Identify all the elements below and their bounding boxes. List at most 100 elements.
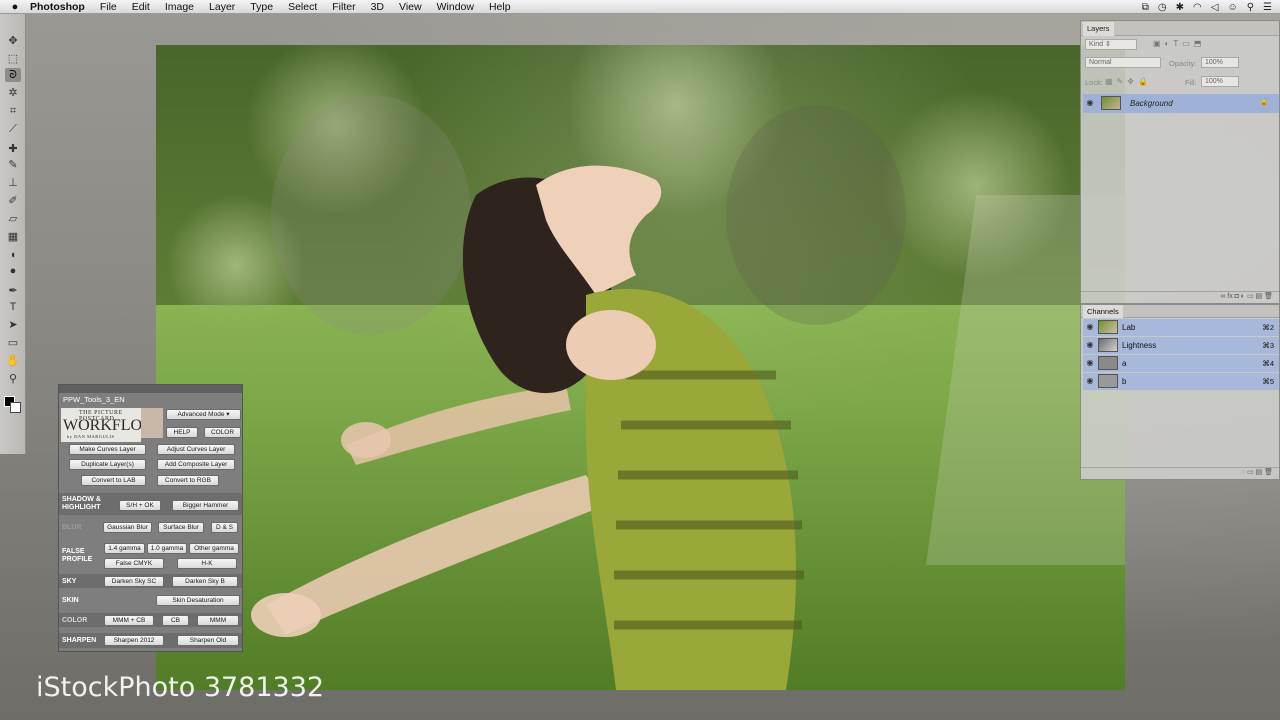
adjust-curves-layer-button[interactable]: Adjust Curves Layer	[157, 444, 235, 455]
author-portrait	[141, 408, 163, 438]
opacity-input[interactable]: 100%	[1201, 57, 1239, 68]
marquee-icon[interactable]: ⬚	[5, 52, 21, 66]
sharpen-2012-button[interactable]: Sharpen 2012	[104, 635, 164, 646]
dodge-icon[interactable]: ●	[5, 264, 21, 278]
zoom-icon[interactable]: ⚲	[5, 372, 21, 386]
menu-file[interactable]: File	[100, 1, 117, 13]
channels-footer-icons[interactable]: ◌ ▭ ▤ 🗑	[1081, 467, 1279, 479]
advanced-mode-select[interactable]: Advanced Mode ▾	[166, 409, 241, 420]
blur-icon[interactable]: ◖	[5, 248, 21, 262]
blend-mode-select[interactable]: Normal	[1085, 57, 1161, 68]
lock-icons[interactable]: ▦✎✥🔒	[1105, 77, 1152, 86]
history-brush-icon[interactable]: ✐	[5, 194, 21, 208]
menu-view[interactable]: View	[399, 1, 422, 13]
user-icon[interactable]: ☺	[1227, 2, 1237, 13]
make-curves-layer-button[interactable]: Make Curves Layer	[69, 444, 146, 455]
opacity-label: Opacity:	[1169, 59, 1197, 68]
gradient-icon[interactable]: ▦	[5, 230, 21, 244]
darken-sky-b-button[interactable]: Darken Sky B	[172, 576, 238, 587]
crop-icon[interactable]: ⌗	[5, 104, 21, 118]
brush-icon[interactable]: ✎	[5, 158, 21, 172]
channel-thumbnail	[1098, 338, 1118, 352]
menu-image[interactable]: Image	[165, 1, 194, 13]
pen-icon[interactable]: ✒	[5, 284, 21, 298]
ppw-title: PPW_Tools_3_EN	[63, 395, 125, 404]
cb-button[interactable]: CB	[162, 615, 189, 626]
path-selection-icon[interactable]: ➤	[5, 318, 21, 332]
duplicate-layers-button[interactable]: Duplicate Layer(s)	[69, 459, 146, 470]
eye-icon[interactable]: ◉	[1085, 376, 1095, 385]
channel-row-b[interactable]: ◉ b ⌘5	[1083, 373, 1279, 390]
gamma-14-button[interactable]: 1.4 gamma	[104, 543, 145, 554]
channels-panel: Channels ◉ Lab ⌘2 ◉ Lightness ⌘3 ◉ a ⌘4 …	[1080, 304, 1280, 480]
lasso-icon[interactable]: ᘐ	[5, 68, 21, 82]
clone-stamp-icon[interactable]: ⊥	[5, 176, 21, 190]
screen-record-icon[interactable]: ⧉	[1142, 2, 1149, 13]
search-icon[interactable]: ⚲	[1247, 2, 1254, 13]
ppw-title-bar[interactable]	[59, 385, 242, 393]
eraser-icon[interactable]: ▱	[5, 212, 21, 226]
channel-row-lab[interactable]: ◉ Lab ⌘2	[1083, 319, 1279, 336]
rectangle-icon[interactable]: ▭	[5, 336, 21, 350]
eye-icon[interactable]: ◉	[1085, 358, 1095, 367]
channel-row-lightness[interactable]: ◉ Lightness ⌘3	[1083, 337, 1279, 354]
type-icon[interactable]: T	[5, 300, 21, 314]
surface-blur-button[interactable]: Surface Blur	[158, 522, 204, 533]
darken-sky-sc-button[interactable]: Darken Sky SC	[104, 576, 164, 587]
clock-icon[interactable]: ◷	[1158, 2, 1167, 13]
convert-to-rgb-button[interactable]: Convert to RGB	[157, 475, 219, 486]
help-button[interactable]: HELP	[166, 427, 198, 438]
menu-bar: ● Photoshop File Edit Image Layer Type S…	[0, 0, 1280, 14]
channel-row-a[interactable]: ◉ a ⌘4	[1083, 355, 1279, 372]
tab-layers[interactable]: Layers	[1083, 22, 1114, 36]
menu-filter[interactable]: Filter	[332, 1, 355, 13]
false-profile-label: FALSE PROFILE	[62, 548, 93, 563]
add-composite-layer-button[interactable]: Add Composite Layer	[157, 459, 235, 470]
healing-brush-icon[interactable]: ✚	[5, 142, 21, 156]
menu-select[interactable]: Select	[288, 1, 317, 13]
fill-input[interactable]: 100%	[1201, 76, 1239, 87]
eyedropper-icon[interactable]: ⟋	[5, 122, 21, 136]
mmm-cb-button[interactable]: MMM + CB	[104, 615, 154, 626]
menu-type[interactable]: Type	[250, 1, 273, 13]
bigger-hammer-button[interactable]: Bigger Hammer	[172, 500, 239, 511]
d-and-s-button[interactable]: D & S	[211, 522, 238, 533]
tab-channels[interactable]: Channels	[1083, 305, 1123, 318]
sharpen-old-button[interactable]: Sharpen Old	[177, 635, 239, 646]
gaussian-blur-button[interactable]: Gaussian Blur	[103, 522, 152, 533]
menu-edit[interactable]: Edit	[132, 1, 150, 13]
h-k-button[interactable]: H-K	[177, 558, 237, 569]
gamma-10-button[interactable]: 1.0 gamma	[147, 543, 187, 554]
kind-filter-select[interactable]: Kind ⇕	[1085, 39, 1137, 50]
wifi-icon[interactable]: ◠	[1193, 2, 1202, 13]
skin-desaturation-button[interactable]: Skin Desaturation	[156, 595, 240, 606]
list-icon[interactable]: ☰	[1263, 2, 1272, 13]
other-gamma-button[interactable]: Other gamma	[189, 543, 239, 554]
magic-wand-icon[interactable]: ✲	[5, 86, 21, 100]
sky-label: SKY	[62, 578, 77, 585]
background-color-swatch[interactable]	[10, 402, 21, 413]
eye-icon[interactable]: ◉	[1085, 98, 1095, 107]
layer-row-background[interactable]: ◉ Background 🔒	[1083, 94, 1279, 113]
menu-window[interactable]: Window	[437, 1, 474, 13]
bluetooth-icon[interactable]: ✱	[1176, 2, 1184, 13]
color-button[interactable]: COLOR	[204, 427, 241, 438]
menu-3d[interactable]: 3D	[371, 1, 384, 13]
eye-icon[interactable]: ◉	[1085, 322, 1095, 331]
convert-to-lab-button[interactable]: Convert to LAB	[81, 475, 146, 486]
apple-menu-icon[interactable]: ●	[0, 1, 30, 13]
sh-ok-button[interactable]: S/H + OK	[119, 500, 161, 511]
false-cmyk-button[interactable]: False CMYK	[104, 558, 164, 569]
volume-icon[interactable]: ◁	[1211, 2, 1219, 13]
hand-icon[interactable]: ✋	[5, 354, 21, 368]
document-canvas[interactable]	[156, 45, 1125, 690]
menu-layer[interactable]: Layer	[209, 1, 235, 13]
menu-help[interactable]: Help	[489, 1, 511, 13]
photo-illustration	[156, 45, 1125, 690]
filter-icons[interactable]: ▣◐T▭⬒	[1153, 39, 1205, 48]
mmm-button[interactable]: MMM	[197, 615, 239, 626]
layers-footer-icons[interactable]: ∞ fx ◘ ◐ ▭ ▤ 🗑	[1081, 291, 1279, 303]
move-icon[interactable]: ✥	[5, 34, 21, 48]
eye-icon[interactable]: ◉	[1085, 340, 1095, 349]
app-menu[interactable]: Photoshop	[30, 1, 85, 13]
